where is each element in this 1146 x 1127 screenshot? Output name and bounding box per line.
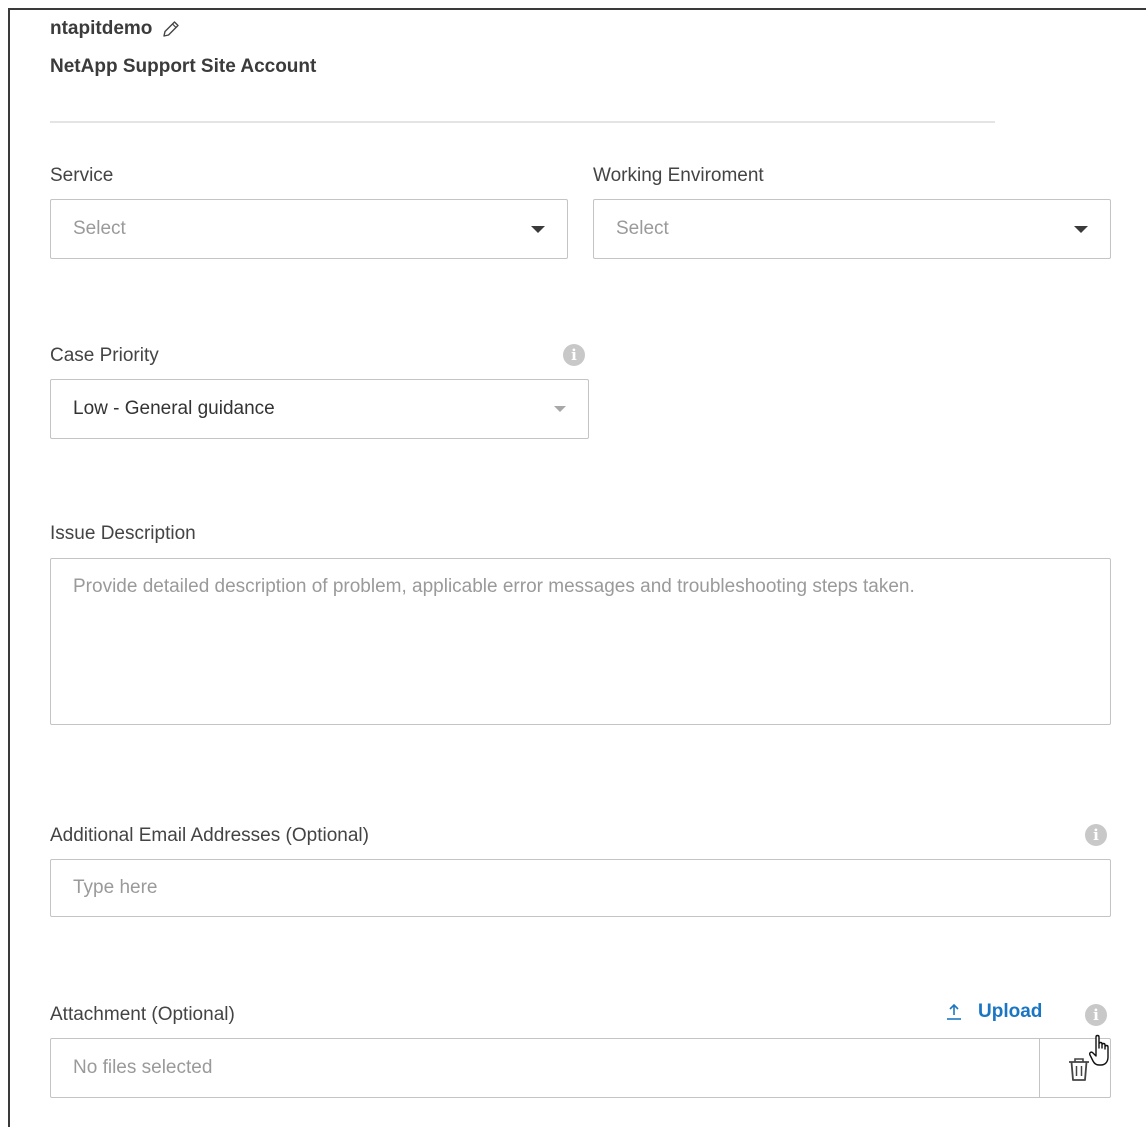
additional-emails-label: Additional Email Addresses (Optional)	[50, 825, 369, 846]
info-icon[interactable]: i	[1085, 824, 1107, 846]
info-icon[interactable]: i	[563, 344, 585, 366]
issue-description-label: Issue Description	[50, 523, 196, 544]
caret-down-icon	[1074, 225, 1088, 233]
attachment-field[interactable]: No files selected	[50, 1038, 1111, 1098]
issue-description-textarea[interactable]	[50, 558, 1111, 725]
header-divider	[50, 121, 995, 123]
upload-icon	[944, 1002, 964, 1022]
working-environment-select-placeholder: Select	[616, 218, 669, 239]
service-select-placeholder: Select	[73, 218, 126, 239]
working-environment-select[interactable]: Select	[593, 199, 1111, 259]
case-priority-value: Low - General guidance	[73, 398, 275, 419]
caret-down-icon	[531, 225, 545, 233]
hand-pointer-cursor	[1089, 1033, 1117, 1069]
working-environment-label: Working Enviroment	[593, 165, 764, 186]
attachment-separator	[1039, 1039, 1040, 1097]
account-header: ntapitdemo	[50, 18, 182, 40]
info-icon[interactable]: i	[1085, 1004, 1107, 1026]
attachment-label: Attachment (Optional)	[50, 1004, 235, 1025]
upload-button[interactable]: Upload	[944, 1001, 1042, 1023]
upload-label: Upload	[978, 1001, 1043, 1022]
account-name: ntapitdemo	[50, 18, 153, 39]
account-type: NetApp Support Site Account	[50, 56, 317, 77]
additional-emails-input[interactable]	[50, 859, 1111, 917]
trash-icon[interactable]	[1067, 1056, 1091, 1082]
service-select[interactable]: Select	[50, 199, 568, 259]
case-priority-label: Case Priority	[50, 345, 159, 366]
pencil-icon[interactable]	[160, 18, 182, 40]
service-label: Service	[50, 165, 114, 186]
caret-down-icon	[554, 406, 566, 412]
case-priority-select[interactable]: Low - General guidance	[50, 379, 589, 439]
attachment-status: No files selected	[73, 1057, 213, 1078]
